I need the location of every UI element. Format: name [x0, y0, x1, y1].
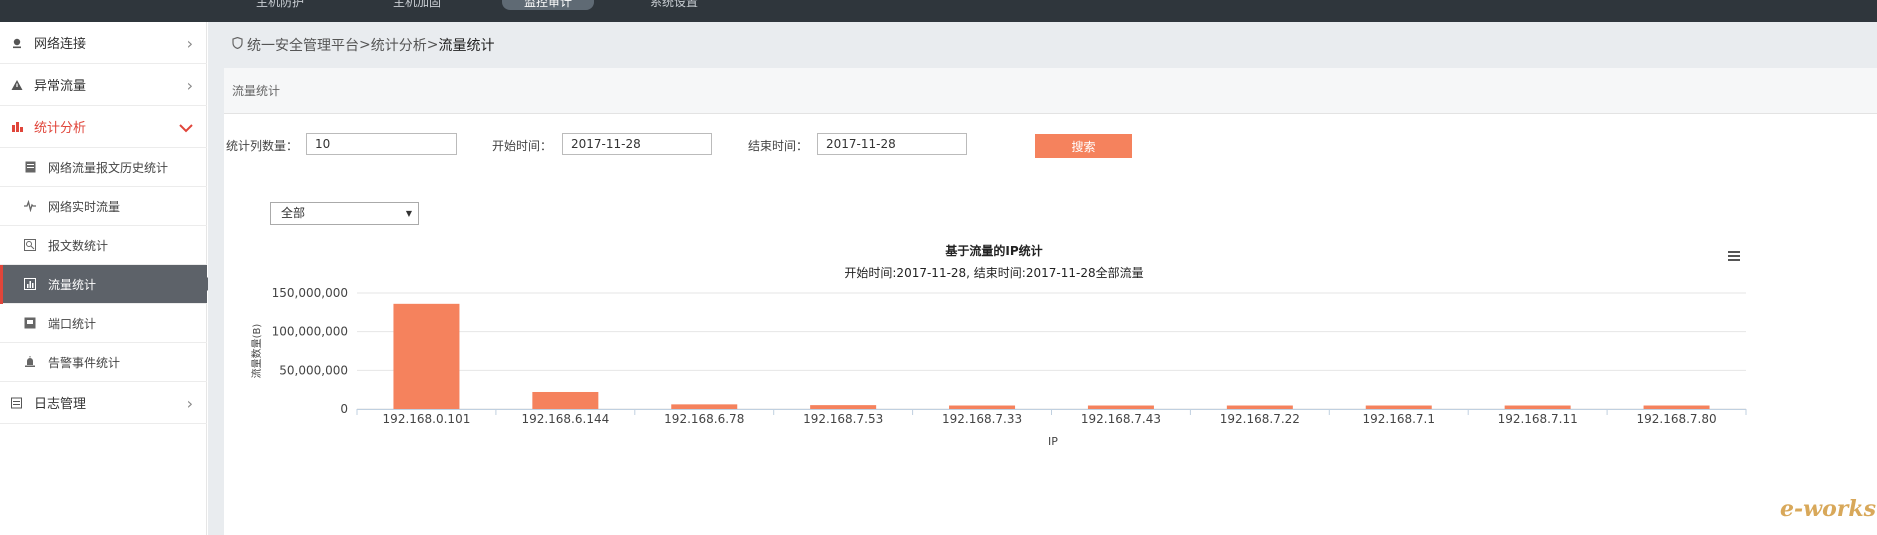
shield-icon — [232, 36, 243, 53]
sidebar-subitem-traffic-history[interactable]: 网络流量报文历史统计 — [0, 148, 207, 187]
panel-header: 流量统计 — [224, 68, 1877, 114]
pulse-icon — [24, 200, 36, 212]
start-time-label: 开始时间： — [492, 139, 553, 153]
sidebar-item-log-management[interactable]: 日志管理 › — [0, 382, 207, 424]
breadcrumb-current: 流量统计 — [438, 38, 495, 54]
chart-subtitle: 开始时间:2017-11-28, 结束时间:2017-11-28全部流量 — [844, 265, 1143, 280]
chart-bar — [1504, 405, 1571, 409]
x-tick-label: 192.168.0.101 — [383, 412, 471, 426]
chart-bar — [1643, 405, 1710, 409]
sidebar-subitem-label: 流量统计 — [48, 277, 97, 292]
traffic-icon — [24, 278, 36, 290]
y-tick-label: 100,000,000 — [272, 325, 348, 339]
chart-title: 基于流量的IP统计 — [944, 243, 1042, 258]
x-tick-label: 192.168.7.22 — [1220, 412, 1300, 426]
port-icon — [24, 317, 36, 329]
content-gutter — [208, 22, 224, 535]
sidebar-subitem-packet-count[interactable]: 报文数统计 — [0, 226, 207, 265]
chevron-right-icon: › — [186, 394, 193, 413]
chart-bar — [810, 405, 877, 409]
sidebar-item-label: 网络连接 — [34, 37, 87, 52]
search-button[interactable]: 搜索 — [1035, 134, 1132, 158]
traffic-bar-chart: 基于流量的IP统计开始时间:2017-11-28, 结束时间:2017-11-2… — [250, 243, 1747, 448]
chevron-right-icon: › — [186, 76, 193, 95]
sidebar-subitem-alarm-statistics[interactable]: 告警事件统计 — [0, 343, 207, 382]
topnav-item-system-settings[interactable]: 系统设置 — [650, 0, 698, 10]
sidebar-subitem-label: 网络流量报文历史统计 — [48, 160, 169, 175]
breadcrumb-separator: > — [426, 37, 439, 53]
sidebar-item-label: 异常流量 — [34, 79, 87, 94]
breadcrumb-middle[interactable]: 统计分析 — [371, 35, 427, 55]
watermark-logo: e-works — [1780, 496, 1876, 522]
breadcrumb: 统一安全管理平台 > 统计分析 > 流量统计 — [224, 22, 1877, 68]
chart-bar — [1226, 405, 1293, 409]
breadcrumb-root[interactable]: 统一安全管理平台 — [247, 35, 359, 55]
chart-bar — [1087, 405, 1154, 409]
chevron-right-icon: › — [186, 34, 193, 53]
sidebar-subitem-label: 告警事件统计 — [48, 355, 121, 370]
y-tick-label: 0 — [340, 402, 348, 416]
x-tick-label: 192.168.7.80 — [1636, 412, 1716, 426]
x-tick-label: 192.168.7.33 — [942, 412, 1022, 426]
chart-bar — [949, 405, 1016, 409]
traffic-filter-select[interactable]: 全部 ▼ — [270, 202, 419, 225]
topnav-item-host-protection[interactable]: 主机防护 — [256, 0, 304, 10]
x-tick-label: 192.168.6.144 — [521, 412, 609, 426]
topnav-item-host-hardening[interactable]: 主机加固 — [393, 0, 441, 10]
sidebar-subitem-label: 网络实时流量 — [48, 199, 121, 214]
chart-menu-icon[interactable] — [1728, 251, 1740, 263]
sidebar: 网络连接 › 异常流量 › 统计分析 网络流量报文历史统计 网络实时流量 报文数… — [0, 22, 214, 535]
x-tick-label: 192.168.7.11 — [1498, 412, 1578, 426]
start-time-input[interactable]: 2017-11-28 — [562, 133, 712, 155]
end-time-label: 结束时间： — [748, 139, 809, 153]
chart-bar — [393, 303, 460, 409]
sidebar-item-label: 统计分析 — [34, 121, 87, 136]
x-tick-label: 192.168.6.78 — [664, 412, 744, 426]
caret-down-icon: ▼ — [405, 209, 412, 218]
x-tick-label: 192.168.7.1 — [1362, 412, 1435, 426]
x-tick-label: 192.168.7.53 — [803, 412, 883, 426]
sidebar-item-abnormal-traffic[interactable]: 异常流量 › — [0, 64, 207, 106]
x-axis-label: IP — [1048, 435, 1058, 448]
sidebar-item-statistics[interactable]: 统计分析 — [0, 106, 207, 148]
warning-icon — [10, 78, 24, 92]
bar-chart-icon — [10, 120, 24, 134]
end-time-input[interactable]: 2017-11-28 — [817, 133, 967, 155]
filter-selected-value: 全部 — [281, 206, 306, 220]
sidebar-subitem-label: 报文数统计 — [48, 238, 109, 253]
sidebar-item-network-connection[interactable]: 网络连接 › — [0, 22, 207, 64]
topnav-item-monitor-audit[interactable]: 监控审计 — [502, 0, 595, 10]
sidebar-subitem-traffic-statistics[interactable]: 流量统计 — [0, 265, 214, 304]
breadcrumb-separator: > — [359, 37, 371, 53]
packet-icon — [24, 239, 36, 251]
sidebar-subitem-port-statistics[interactable]: 端口统计 — [0, 304, 207, 343]
sidebar-item-label: 日志管理 — [34, 397, 87, 412]
chart-bar — [1365, 405, 1432, 409]
top-navigation-bar: 主机防护 主机加固 监控审计 系统设置 — [0, 0, 1877, 22]
chart-bar — [671, 404, 738, 409]
sidebar-subitem-label: 端口统计 — [48, 316, 97, 331]
map-pin-icon — [10, 36, 24, 50]
y-tick-label: 50,000,000 — [279, 363, 348, 377]
count-label: 统计列数量： — [226, 139, 299, 153]
chart-bar — [532, 391, 599, 409]
alarm-icon — [24, 356, 36, 368]
y-axis-label: 流量数量(B) — [250, 324, 263, 379]
document-icon — [24, 161, 36, 173]
panel-title: 流量统计 — [232, 84, 281, 98]
count-input[interactable]: 10 — [306, 133, 457, 155]
chevron-down-icon — [179, 118, 193, 137]
sidebar-subitem-realtime-traffic[interactable]: 网络实时流量 — [0, 187, 207, 226]
y-tick-label: 150,000,000 — [272, 286, 348, 300]
x-tick-label: 192.168.7.43 — [1081, 412, 1161, 426]
log-icon — [10, 396, 24, 410]
